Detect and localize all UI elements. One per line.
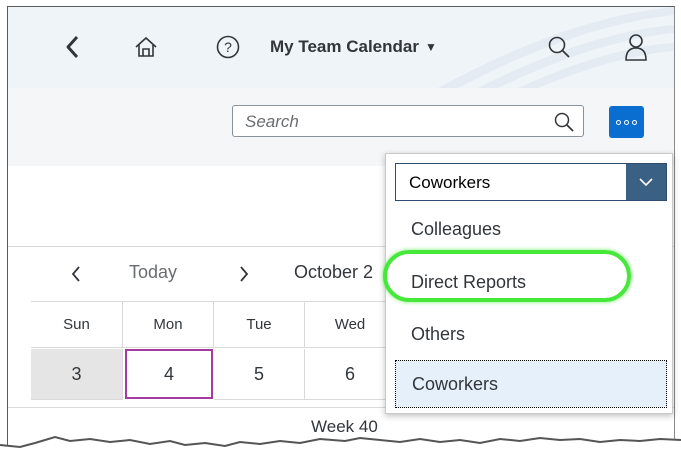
search-placeholder: Search (245, 112, 299, 131)
previous-period-button[interactable] (70, 265, 82, 288)
chevron-down-icon (639, 178, 653, 187)
date-cell[interactable]: 3 (31, 349, 123, 400)
more-icon (616, 119, 637, 125)
select-value: Coworkers (409, 173, 491, 192)
dropdown-option-colleagues[interactable]: Colleagues (395, 205, 667, 253)
torn-edge-decoration (0, 435, 681, 457)
help-button[interactable]: ? (210, 29, 246, 65)
app-title: My Team Calendar (270, 37, 419, 56)
weekday-header: Sun (31, 301, 123, 348)
user-icon (625, 34, 647, 61)
help-icon: ? (216, 35, 240, 59)
date-cell[interactable]: 6 (305, 349, 396, 400)
back-button[interactable] (58, 29, 88, 65)
caret-down-icon: ▼ (424, 40, 437, 54)
chevron-right-icon (240, 266, 249, 282)
today-button[interactable]: Today (129, 262, 177, 283)
date-cell[interactable]: 5 (214, 349, 305, 400)
weekday-header: Mon (123, 301, 214, 348)
weekday-header: Tue (214, 301, 305, 348)
chevron-left-icon (71, 266, 80, 282)
dropdown-option-others[interactable]: Others (395, 310, 667, 358)
app-title-menu[interactable]: My Team Calendar ▼ (270, 37, 437, 57)
next-period-button[interactable] (238, 265, 250, 288)
search-icon (548, 36, 570, 58)
month-picker-button[interactable]: October 2 (294, 262, 373, 283)
team-filter-select[interactable]: Coworkers (395, 163, 667, 201)
home-button[interactable] (128, 29, 164, 65)
date-cell-selected[interactable]: 4 (125, 349, 213, 399)
dropdown-arrow-button[interactable] (626, 164, 666, 200)
annotation-highlight-oval (383, 250, 631, 302)
user-button[interactable] (618, 29, 654, 65)
back-icon (66, 35, 79, 59)
search-icon[interactable] (553, 111, 575, 133)
search-input[interactable]: Search (232, 105, 584, 137)
shell-header: ? My Team Calendar ▼ (8, 7, 674, 88)
home-icon (135, 36, 157, 57)
shell-search-button[interactable] (541, 29, 577, 65)
weekday-header: Wed (305, 301, 396, 348)
dropdown-option-coworkers[interactable]: Coworkers (395, 360, 667, 408)
svg-text:?: ? (224, 39, 232, 55)
overflow-menu-button[interactable] (609, 106, 644, 138)
